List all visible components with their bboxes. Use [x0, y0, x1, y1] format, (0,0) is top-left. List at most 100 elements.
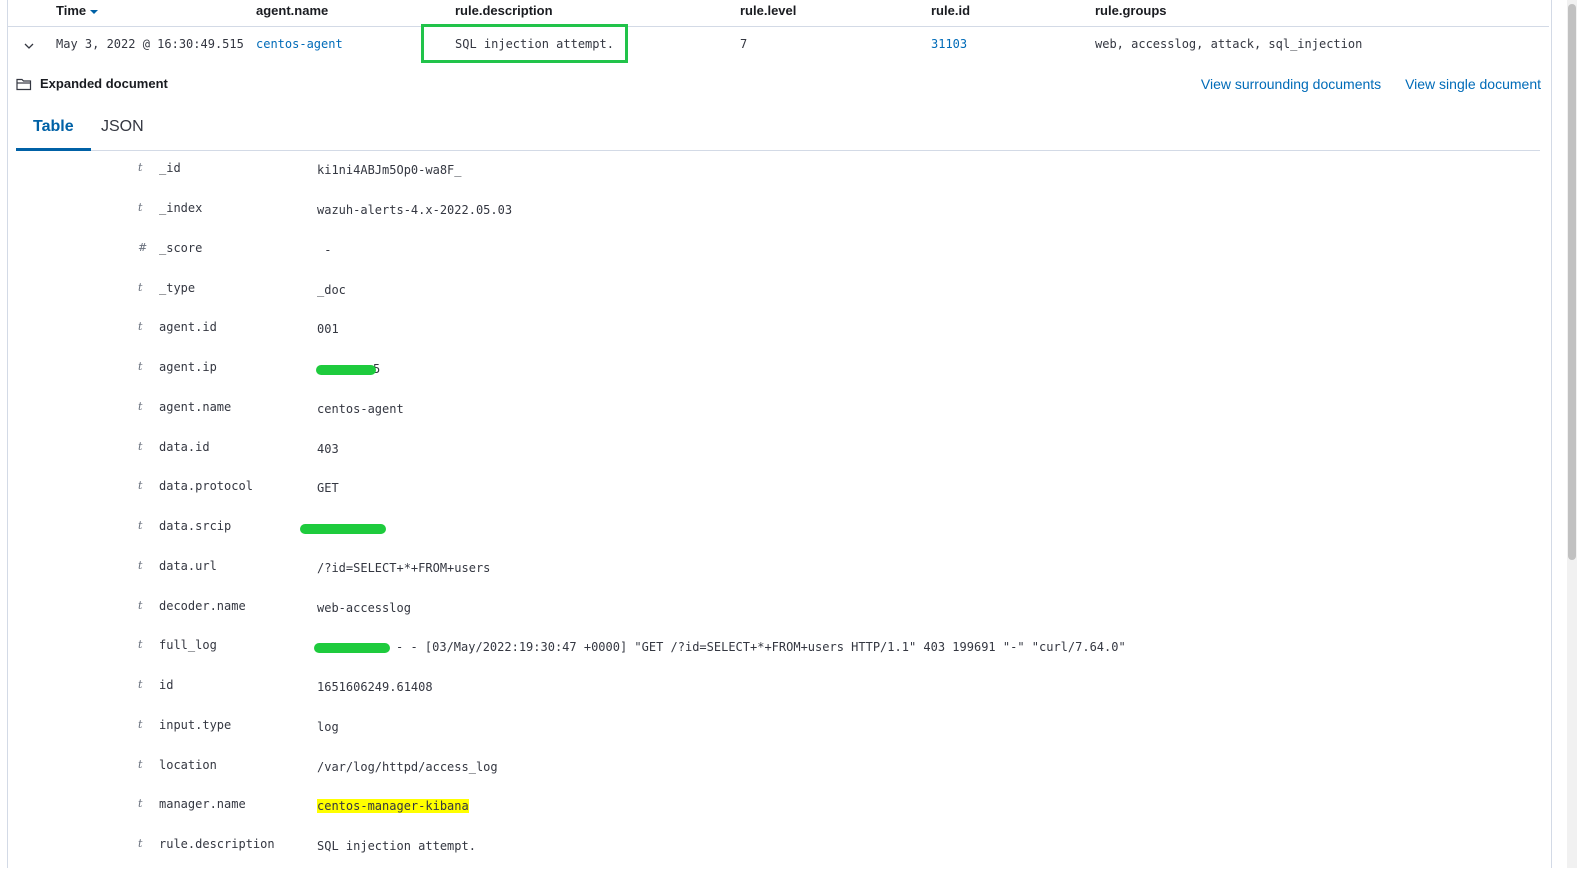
field-value: wazuh-alerts-4.x-2022.05.03 [317, 203, 513, 217]
field-value: ki1ni4ABJm5Op0-wa8F_ [317, 163, 462, 177]
field-name: agent.id [159, 320, 217, 334]
string-type-icon: t [138, 161, 143, 174]
cell-rule-groups: web, accesslog, attack, sql_injection [1095, 37, 1363, 51]
field-row: # _score - [0, 241, 1540, 281]
field-name: agent.name [159, 400, 232, 414]
field-row: t data.protocol GET [0, 479, 1540, 519]
field-value[interactable]: 001 [317, 322, 339, 336]
cell-time: May 3, 2022 @ 16:30:49.515 [56, 37, 244, 51]
cell-agent-name[interactable]: centos-agent [256, 37, 343, 51]
column-header-rule-description[interactable]: rule.description [455, 3, 553, 18]
field-value: GET [317, 481, 339, 495]
string-type-icon: t [138, 320, 143, 333]
field-row: t _type _doc [0, 281, 1540, 321]
field-value: - - [03/May/2022:19:30:47 +0000] "GET /?… [396, 640, 1126, 654]
field-name: rule.description [159, 837, 275, 851]
column-header-label: Time [56, 3, 87, 18]
expanded-document-label: Expanded document [40, 76, 168, 91]
table-header: Time agent.name rule.description rule.le… [8, 0, 1549, 27]
string-type-icon: t [138, 519, 143, 532]
field-value: web-accesslog [317, 601, 411, 615]
string-type-icon: t [138, 599, 143, 612]
string-type-icon: t [138, 281, 143, 294]
field-row: t location /var/log/httpd/access_log [0, 758, 1540, 798]
field-row: t agent.id 001 [0, 320, 1540, 360]
field-row: t data.id 403 [0, 440, 1540, 480]
field-value: _doc [317, 283, 346, 297]
field-value: SQL injection attempt. [317, 839, 476, 853]
field-value: - [317, 243, 332, 257]
field-value: /var/log/httpd/access_log [317, 760, 498, 774]
field-name: decoder.name [159, 599, 246, 613]
field-row: t rule.description SQL injection attempt… [0, 837, 1540, 877]
string-type-icon: t [138, 758, 143, 771]
sort-descending-icon[interactable] [90, 9, 99, 14]
string-type-icon: t [138, 678, 143, 691]
field-name: agent.ip [159, 360, 217, 374]
string-type-icon: t [138, 559, 143, 572]
tab-json[interactable]: JSON [84, 108, 161, 149]
field-row: t decoder.name web-accesslog [0, 599, 1540, 639]
field-name: _type [159, 281, 196, 295]
field-name: manager.name [159, 797, 246, 811]
field-name: data.srcip [159, 519, 232, 533]
field-value: 403 [317, 442, 339, 456]
field-row: t data.url /?id=SELECT+*+FROM+users [0, 559, 1540, 599]
highlight-annotation-box [421, 24, 628, 63]
redaction-mark [300, 524, 386, 534]
document-tabs: Table JSON [16, 108, 1540, 151]
field-row: t full_log - - [03/May/2022:19:30:47 +00… [0, 638, 1540, 678]
string-type-icon: t [138, 479, 143, 492]
table-row: May 3, 2022 @ 16:30:49.515 centos-agent … [8, 27, 1549, 67]
tab-table[interactable]: Table [16, 108, 91, 151]
field-value[interactable]: /?id=SELECT+*+FROM+users [317, 561, 490, 575]
field-row: t data.srcip [0, 519, 1540, 559]
scrollbar-thumb[interactable] [1568, 4, 1576, 560]
number-type-icon: # [138, 241, 148, 254]
field-name: data.url [159, 559, 217, 573]
chevron-down-icon[interactable] [22, 39, 36, 53]
string-type-icon: t [138, 440, 143, 453]
string-type-icon: t [138, 718, 143, 731]
view-single-document-link[interactable]: View single document [1405, 76, 1541, 92]
field-row: t input.type log [0, 718, 1540, 758]
field-name: location [159, 758, 217, 772]
field-name: data.id [159, 440, 210, 454]
redaction-mark [314, 643, 390, 653]
string-type-icon: t [138, 797, 143, 810]
field-name: full_log [159, 638, 217, 652]
field-name: input.type [159, 718, 232, 732]
field-name: id [159, 678, 174, 692]
field-row: t _id ki1ni4ABJm5Op0-wa8F_ [0, 161, 1540, 201]
field-row: t agent.name centos-agent [0, 400, 1540, 440]
vertical-scrollbar[interactable] [1567, 0, 1577, 868]
string-type-icon: t [138, 638, 143, 651]
column-header-rule-level[interactable]: rule.level [740, 3, 796, 18]
string-type-icon: t [138, 400, 143, 413]
field-value: log [317, 720, 339, 734]
field-row: t id 1651606249.61408 [0, 678, 1540, 718]
column-header-rule-id[interactable]: rule.id [931, 3, 970, 18]
cell-rule-id[interactable]: 31103 [931, 37, 967, 51]
field-value-highlighted: centos-manager-kibana [317, 799, 469, 813]
string-type-icon: t [138, 201, 143, 214]
column-header-agent-name[interactable]: agent.name [256, 3, 328, 18]
folder-open-icon [16, 78, 32, 90]
field-value[interactable]: centos-agent [317, 402, 404, 416]
field-value: 1651606249.61408 [317, 680, 433, 694]
field-name: _score [159, 241, 203, 255]
string-type-icon: t [138, 360, 143, 373]
column-header-time[interactable]: Time [56, 3, 99, 18]
field-name: data.protocol [159, 479, 253, 493]
field-name: _id [159, 161, 181, 175]
redaction-mark [316, 365, 376, 375]
field-row: t manager.name centos-manager-kibana [0, 797, 1540, 837]
cell-rule-level: 7 [740, 37, 748, 51]
document-actions: View surrounding documents View single d… [1181, 76, 1541, 92]
expanded-document-title: Expanded document [16, 76, 168, 91]
field-row: t _index wazuh-alerts-4.x-2022.05.03 [0, 201, 1540, 241]
string-type-icon: t [138, 837, 143, 850]
view-surrounding-documents-link[interactable]: View surrounding documents [1201, 76, 1381, 92]
column-header-rule-groups[interactable]: rule.groups [1095, 3, 1167, 18]
field-row: t agent.ip 5 [0, 360, 1540, 400]
